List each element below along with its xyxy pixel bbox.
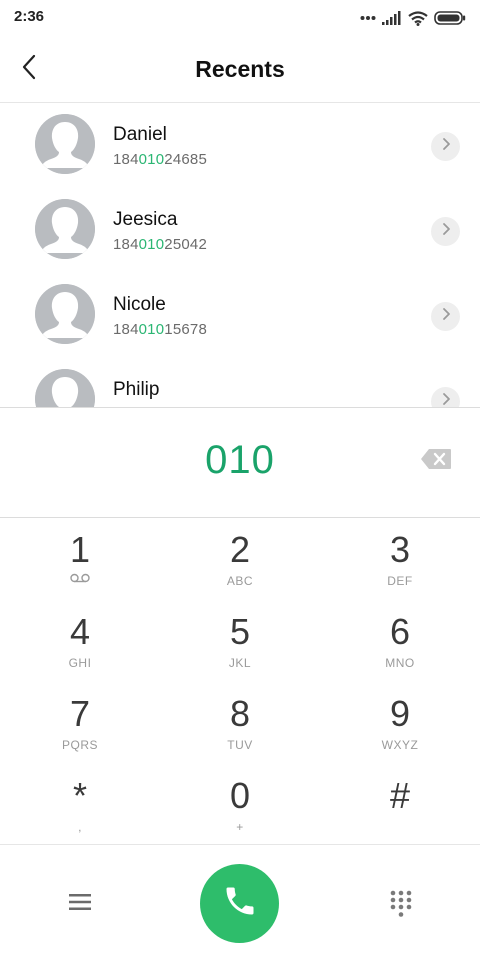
- wifi-icon: [408, 10, 428, 26]
- contact-name: Jeesica: [113, 209, 178, 230]
- contact-number: 18401025042: [113, 236, 207, 253]
- key-digit: 0: [229, 775, 251, 816]
- key-9[interactable]: 9 WXYZ: [320, 682, 480, 764]
- bottom-bar: [0, 844, 480, 961]
- key-letters: MNO: [385, 656, 415, 670]
- key-4[interactable]: 4 GHI: [0, 600, 160, 682]
- contact-detail-button[interactable]: [431, 302, 460, 331]
- chevron-right-icon: [441, 137, 451, 156]
- contact-list: Daniel 18401024685 Jeesica 18401025042 N…: [0, 103, 480, 407]
- contact-row[interactable]: Daniel 18401024685: [0, 103, 480, 188]
- key-digit: *: [72, 775, 87, 816]
- keypad: 1 2 ABC 3 DEF 4 GHI 5 JKL 6 MNO 7 PQRS 8…: [0, 518, 480, 844]
- contact-number: 18401015678: [113, 321, 207, 338]
- key-letters: PQRS: [61, 738, 98, 752]
- key-digit: 6: [389, 611, 411, 652]
- status-time: 2:36: [14, 8, 45, 25]
- avatar: [35, 369, 95, 407]
- key-0[interactable]: 0 +: [160, 764, 320, 846]
- key-star[interactable]: * ,: [0, 764, 160, 846]
- header: Recents: [0, 36, 480, 103]
- contact-name: Nicole: [113, 294, 166, 315]
- key-letters: WXYZ: [381, 738, 419, 752]
- key-digit: 3: [389, 529, 411, 570]
- status-bar: 2:36: [0, 0, 480, 36]
- contact-name: Daniel: [113, 124, 167, 145]
- dialpad-grid-icon: [390, 890, 412, 923]
- status-icons: [360, 8, 466, 28]
- contact-row[interactable]: Philip: [0, 358, 480, 407]
- key-letters: JKL: [228, 656, 252, 670]
- backspace-button[interactable]: [419, 448, 453, 474]
- avatar: [35, 114, 95, 174]
- key-5[interactable]: 5 JKL: [160, 600, 320, 682]
- key-digit: 4: [69, 611, 91, 652]
- battery-icon: [434, 11, 466, 25]
- dialpad-toggle-button[interactable]: [384, 889, 418, 923]
- key-2[interactable]: 2 ABC: [160, 518, 320, 600]
- key-1[interactable]: 1: [0, 518, 160, 600]
- key-letters: DEF: [387, 574, 413, 588]
- backspace-icon: [420, 448, 452, 475]
- dial-input[interactable]: 010: [0, 407, 480, 518]
- key-digit: #: [389, 775, 411, 816]
- chevron-right-icon: [441, 392, 451, 407]
- avatar: [35, 284, 95, 344]
- key-digit: 5: [229, 611, 251, 652]
- chevron-right-icon: [441, 307, 451, 326]
- key-digit: 9: [389, 693, 411, 734]
- voicemail-icon: [0, 572, 160, 586]
- avatar: [35, 199, 95, 259]
- page-title: Recents: [195, 56, 285, 82]
- key-letters: ABC: [226, 574, 254, 588]
- contact-detail-button[interactable]: [431, 217, 460, 246]
- key-letters: +: [236, 820, 244, 834]
- key-hash[interactable]: #: [320, 764, 480, 846]
- contact-row[interactable]: Nicole 18401015678: [0, 273, 480, 358]
- phone-icon: [222, 883, 258, 924]
- key-digit: 8: [229, 693, 251, 734]
- chevron-right-icon: [441, 222, 451, 241]
- key-3[interactable]: 3 DEF: [320, 518, 480, 600]
- key-digit: 7: [69, 693, 91, 734]
- dialed-number: 010: [205, 438, 275, 482]
- key-8[interactable]: 8 TUV: [160, 682, 320, 764]
- key-digit: 1: [69, 529, 91, 570]
- contact-row[interactable]: Jeesica 18401025042: [0, 188, 480, 273]
- hamburger-icon: [69, 893, 91, 916]
- key-digit: 2: [229, 529, 251, 570]
- key-letters: ,: [78, 820, 82, 834]
- signal-icon: [382, 11, 402, 25]
- key-6[interactable]: 6 MNO: [320, 600, 480, 682]
- key-letters: TUV: [227, 738, 253, 752]
- contact-name: Philip: [113, 379, 160, 400]
- contact-detail-button[interactable]: [431, 132, 460, 161]
- key-7[interactable]: 7 PQRS: [0, 682, 160, 764]
- contact-detail-button[interactable]: [431, 387, 460, 407]
- key-letters: GHI: [68, 656, 92, 670]
- dots-icon: [360, 15, 376, 21]
- menu-button[interactable]: [62, 889, 98, 919]
- call-button[interactable]: [200, 864, 279, 943]
- contact-number: 18401024685: [113, 151, 207, 168]
